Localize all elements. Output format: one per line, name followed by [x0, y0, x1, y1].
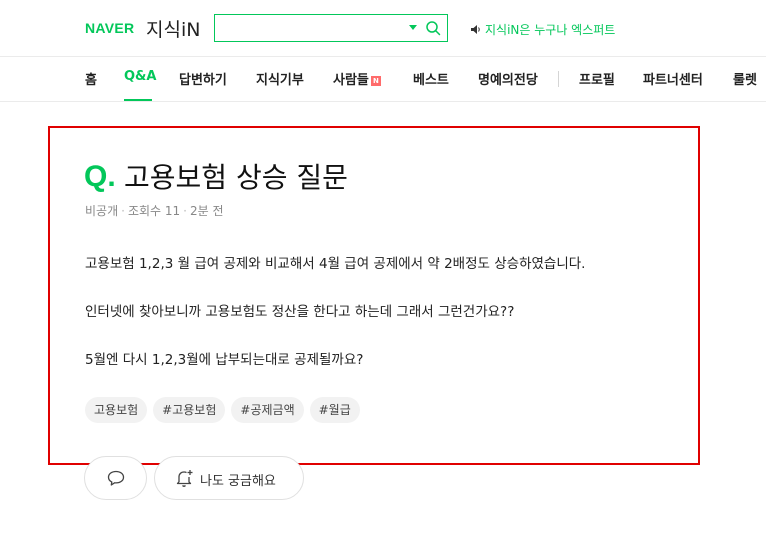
tag-list: 고용보험 #고용보험 #공제금액 #월급 — [85, 397, 366, 423]
tab-home[interactable]: 홈 — [85, 69, 97, 88]
tab-best[interactable]: 베스트 — [413, 69, 449, 88]
new-badge: N — [370, 76, 381, 86]
chevron-down-icon[interactable] — [409, 25, 417, 30]
speech-bubble-icon — [107, 470, 125, 486]
tag-chip[interactable]: #고용보험 — [153, 397, 226, 423]
tab-hall-of-fame[interactable]: 명예의전당 — [478, 69, 538, 88]
me-too-curious-label: 나도 궁금해요 — [200, 474, 276, 489]
tab-people-label: 사람들 — [333, 73, 369, 88]
tab-roulette[interactable]: 룰렛 — [733, 69, 757, 88]
bell-plus-icon — [176, 470, 193, 487]
promo-text: 지식iN은 누구나 엑스퍼트 — [485, 23, 616, 37]
view-count: 조회수 11 — [127, 204, 181, 218]
tab-profile[interactable]: 프로필 — [579, 69, 615, 88]
search-input[interactable] — [221, 16, 405, 42]
header: NAVER 지식iN 지식iN은 누구나 엑스퍼트 — [0, 0, 766, 56]
search-icon[interactable] — [425, 20, 441, 36]
question-body-line: 인터넷에 찾아보니까 고용보험도 정산을 한다고 하는데 그래서 그런건가요?? — [85, 304, 515, 320]
question-body-line: 고용보험 1,2,3 월 급여 공제와 비교해서 4월 급여 공제에서 약 2배… — [85, 256, 586, 272]
active-tab-underline — [124, 99, 152, 101]
main-nav: 홈 Q&A 답변하기 지식기부 사람들 N 베스트 명예의전당 프로필 파트너센터… — [0, 56, 766, 102]
tab-donation[interactable]: 지식기부 — [256, 69, 304, 88]
me-too-curious-button[interactable]: 나도 궁금해요 — [154, 456, 304, 500]
visibility-label: 비공개 — [85, 204, 119, 218]
tab-partner-center[interactable]: 파트너센터 — [643, 69, 703, 88]
search-box — [214, 14, 448, 42]
tag-chip[interactable]: #월급 — [309, 397, 360, 423]
question-meta: 비공개 · 조회수 11 · 2분 전 — [85, 204, 224, 218]
naver-logo[interactable]: NAVER — [85, 20, 134, 36]
posted-time: 2분 전 — [190, 204, 224, 218]
expert-promo-link[interactable]: 지식iN은 누구나 엑스퍼트 — [470, 21, 615, 38]
question-mark: Q. — [84, 160, 116, 193]
tab-qna[interactable]: Q&A — [124, 69, 156, 84]
tag-chip[interactable]: 고용보험 — [85, 397, 148, 423]
speaker-icon — [471, 25, 480, 34]
tab-people[interactable]: 사람들 N — [333, 69, 381, 88]
nav-divider — [558, 71, 559, 87]
comment-button[interactable] — [84, 456, 147, 500]
jisikin-logo[interactable]: 지식iN — [146, 15, 200, 42]
tab-answer[interactable]: 답변하기 — [179, 69, 227, 88]
tag-chip[interactable]: #공제금액 — [231, 397, 304, 423]
question-title: 고용보험 상승 질문 — [124, 161, 348, 194]
question-body-line: 5월엔 다시 1,2,3월에 납부되는대로 공제될까요? — [85, 352, 364, 368]
